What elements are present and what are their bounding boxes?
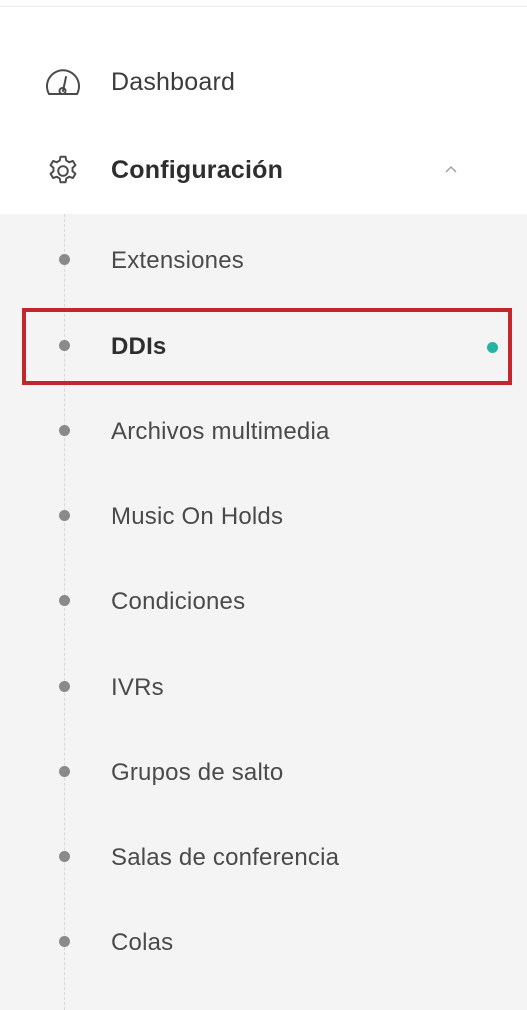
submenu-item-music-on-holds[interactable]: Music On Holds (0, 487, 527, 549)
submenu-item-grupos-de-salto[interactable]: Grupos de salto (0, 743, 527, 805)
submenu-item-extensiones[interactable]: Extensiones (0, 231, 527, 293)
submenu-item-label: Extensiones (111, 247, 244, 274)
submenu-item-colas[interactable]: Colas (0, 913, 527, 975)
bullet-icon (59, 510, 70, 521)
bullet-icon (59, 681, 70, 692)
bullet-icon (59, 936, 70, 947)
bullet-icon (59, 851, 70, 862)
nav-item-label: Configuración (111, 155, 284, 184)
submenu-item-condiciones[interactable]: Condiciones (0, 572, 527, 634)
nav-item-label: Dashboard (111, 67, 236, 96)
dashboard-gauge-icon (44, 64, 82, 102)
nav-item-configuracion[interactable]: Configuración (0, 130, 527, 210)
nav-item-dashboard[interactable]: Dashboard (0, 42, 527, 122)
submenu-item-label: Archivos multimedia (111, 418, 330, 445)
bullet-icon (59, 425, 70, 436)
bullet-icon (59, 595, 70, 606)
submenu-item-label: Grupos de salto (111, 759, 284, 786)
highlight-box (22, 308, 512, 385)
submenu-item-label: Condiciones (111, 588, 246, 615)
bullet-icon (59, 766, 70, 777)
submenu-item-archivos-multimedia[interactable]: Archivos multimedia (0, 402, 527, 464)
submenu-item-salas-de-conferencia[interactable]: Salas de conferencia (0, 828, 527, 890)
submenu-item-label: IVRs (111, 674, 164, 701)
gear-icon (44, 152, 82, 190)
submenu-item-label: Salas de conferencia (111, 844, 340, 871)
bullet-icon (59, 254, 70, 265)
submenu-item-label: Colas (111, 929, 174, 956)
submenu-item-ivrs[interactable]: IVRs (0, 658, 527, 720)
chevron-up-icon[interactable] (442, 162, 460, 176)
submenu-item-label: Music On Holds (111, 503, 284, 530)
top-divider (0, 6, 527, 7)
